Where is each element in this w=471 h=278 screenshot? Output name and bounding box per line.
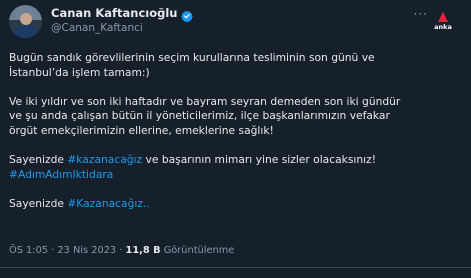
hashtag-link[interactable]: #kazanacağız — [67, 153, 142, 166]
tweet-line: Ve iki yıldır ve son iki haftadır ve bay… — [9, 94, 401, 108]
view-count[interactable]: 11,8 B — [126, 245, 161, 256]
tweet-line: İstanbul’da işlem tamam:) — [9, 65, 150, 79]
tweet-meta: ÖS 1:05 · 23 Nis 2023 · 11,8 B Görüntüle… — [9, 245, 234, 256]
avatar[interactable] — [9, 5, 42, 38]
tweet-line: Sayenizde #Kazanacağız.. — [9, 197, 464, 212]
tweet-text-fragment: Sayenizde — [9, 196, 68, 210]
tweet-line: Bugün sandık görevlilerinin seçim kurull… — [9, 51, 375, 64]
tweet-line: ve şu anda çalışan bütün il yöneticileri… — [9, 109, 390, 123]
more-dots-icon[interactable]: ··· — [414, 8, 428, 20]
anka-watermark: anka — [430, 12, 456, 31]
tweet-timestamp[interactable]: ÖS 1:05 · 23 Nis 2023 · — [9, 245, 126, 256]
verified-badge-icon — [181, 7, 194, 23]
view-count-label: Görüntülenme — [160, 245, 235, 256]
hashtag-link[interactable]: #Kazanacağız.. — [67, 197, 149, 210]
author-handle[interactable]: @Canan_Kaftanci — [51, 22, 143, 34]
tweet-line: örgüt emekçilerimizin ellerine, emekleri… — [9, 123, 274, 137]
tweet-text-fragment: Sayenizde — [9, 153, 68, 167]
tweet-text-fragment: ve başarının mimarı yine sizler olacaksı… — [142, 153, 377, 167]
anka-logo-icon — [438, 12, 448, 22]
tweet-card: Canan Kaftancıoğlu @Canan_Kaftanci ··· a… — [0, 0, 471, 278]
author-name-row: Canan Kaftancıoğlu — [51, 6, 194, 23]
hashtag-link[interactable]: #AdımAdımIktidara — [9, 168, 113, 181]
watermark-text: anka — [434, 23, 452, 31]
tweet-line: Sayenizde #kazanacağız ve başarının mima… — [9, 153, 464, 168]
author-name[interactable]: Canan Kaftancıoğlu — [51, 6, 177, 20]
tweet-text: Bugün sandık görevlilerinin seçim kurull… — [9, 51, 464, 212]
avatar-body — [13, 25, 39, 38]
tweet-line: #AdımAdımIktidara — [9, 168, 464, 183]
divider — [0, 267, 471, 268]
avatar-face — [20, 13, 32, 25]
